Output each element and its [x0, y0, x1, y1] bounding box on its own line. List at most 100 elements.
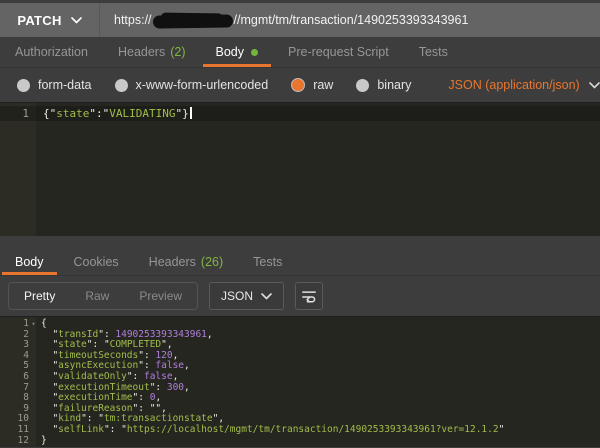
token-n: 1490253393343961 [115, 329, 207, 340]
tab-count-badge: (2) [170, 45, 185, 59]
token-p: ": [127, 371, 144, 382]
response-tab-body[interactable]: Body [0, 248, 59, 275]
code-line: 1 {"state":"VALIDATING"} [0, 106, 600, 121]
response-tab-cookies-label: Cookies [74, 255, 119, 269]
fold-spacer [29, 351, 38, 362]
body-mode-label: form-data [38, 78, 92, 92]
active-tab-underline [2, 272, 57, 275]
token-k: state [56, 107, 89, 120]
token-k: asyncExecution [58, 360, 138, 371]
token-s: tm:transactionstate [104, 413, 213, 424]
token-k: failureReason [58, 403, 132, 414]
postman-window: PATCH https:////mgmt/tm/transaction/1490… [0, 0, 600, 448]
code-line: 11 "selfLink": "https://localhost/mgmt/t… [0, 425, 600, 436]
body-mode-label: binary [377, 78, 411, 92]
body-mode-binary[interactable]: binary [356, 78, 411, 92]
chevron-down-icon [589, 82, 600, 89]
wrap-lines-button[interactable] [295, 282, 323, 310]
content-type-label: JSON (application/json) [448, 78, 579, 92]
token-k: validateOnly [58, 371, 127, 382]
token-p: " [41, 382, 58, 393]
tab-authorization-label: Authorization [15, 45, 88, 59]
tab-count-badge: (26) [201, 255, 223, 269]
url-builder-bar: PATCH https:////mgmt/tm/transaction/1490… [0, 3, 600, 37]
view-preview-button[interactable]: Preview [124, 283, 197, 309]
content-type-dropdown[interactable]: JSON (application/json) [448, 78, 599, 92]
tab-authorization[interactable]: Authorization [0, 37, 103, 67]
response-format-dropdown[interactable]: JSON [209, 282, 284, 310]
token-p: ": [98, 329, 115, 340]
radio-button-icon [17, 79, 30, 92]
token-p: , [207, 329, 213, 340]
url-suffix: //mgmt/tm/transaction/1490253393343961 [234, 13, 469, 27]
body-mode-label: raw [313, 78, 333, 92]
radio-button-icon [291, 78, 305, 92]
method-dropdown[interactable]: PATCH [0, 3, 100, 37]
token-p: " [41, 424, 58, 435]
token-k: executionTimeout [58, 382, 150, 393]
token-p: " [41, 403, 58, 414]
chevron-down-icon [261, 293, 272, 300]
body-mode-x-www-form-urlencoded[interactable]: x-www-form-urlencoded [115, 78, 269, 92]
method-label: PATCH [17, 13, 61, 28]
code-text: } [38, 436, 47, 447]
token-p: } [41, 435, 47, 446]
token-p: ": "", [133, 403, 167, 414]
token-k: selfLink [58, 424, 104, 435]
token-p: " [41, 392, 58, 403]
code-text: {"state":"VALIDATING"} [38, 106, 192, 121]
token-n: 300 [167, 382, 184, 393]
token-p: " [41, 339, 58, 350]
tab-body[interactable]: Body [201, 37, 274, 67]
body-mode-row: form-datax-www-form-urlencodedrawbinary … [0, 68, 600, 102]
request-body-editor[interactable]: 1 {"state":"VALIDATING"} [0, 102, 600, 236]
token-p: " [499, 424, 505, 435]
token-p: , [184, 382, 190, 393]
body-mode-form-data[interactable]: form-data [17, 78, 92, 92]
response-tab-bar: Body Cookies Headers (26) Tests [0, 248, 600, 276]
view-raw-button[interactable]: Raw [70, 283, 124, 309]
fold-spacer [29, 372, 38, 383]
token-p: , [155, 392, 161, 403]
fold-arrow-icon: ▾ [29, 319, 38, 330]
token-p: ": " [104, 424, 127, 435]
response-tab-body-label: Body [15, 255, 44, 269]
line-number: 1 [0, 106, 29, 121]
url-input[interactable]: https:////mgmt/tm/transaction/1490253393… [100, 3, 600, 37]
token-n: 120 [155, 350, 172, 361]
redacted-hostname [152, 14, 232, 28]
response-tab-headers[interactable]: Headers (26) [134, 248, 238, 275]
text-cursor [190, 107, 192, 119]
fold-spacer [29, 330, 38, 341]
token-p: ": [133, 392, 150, 403]
token-s: https://localhost/mgmt/tm/transaction/14… [127, 424, 499, 435]
body-mode-raw[interactable]: raw [291, 78, 333, 92]
response-toolbar: PrettyRawPreview JSON [0, 276, 600, 316]
token-p: ":" [89, 107, 109, 120]
token-p: " [41, 360, 58, 371]
tab-pre-request-script[interactable]: Pre-request Script [273, 37, 404, 67]
response-tab-headers-label: Headers [149, 255, 196, 269]
token-p: ": [138, 350, 155, 361]
fold-spacer [29, 383, 38, 394]
view-mode-segmented-control: PrettyRawPreview [8, 282, 198, 310]
line-number: 1 [0, 319, 29, 330]
token-k: timeoutSeconds [58, 350, 138, 361]
token-p: "} [175, 107, 188, 120]
unsaved-dot-icon [251, 49, 258, 56]
response-tab-tests[interactable]: Tests [238, 248, 297, 275]
tab-tests[interactable]: Tests [404, 37, 463, 67]
tab-headers[interactable]: Headers(2) [103, 37, 201, 67]
line-number: 11 [0, 425, 29, 436]
tab-tests-label: Tests [419, 45, 448, 59]
token-k: kind [58, 413, 81, 424]
radio-button-icon [356, 79, 369, 92]
fold-spacer [29, 436, 38, 447]
response-tab-cookies[interactable]: Cookies [59, 248, 134, 275]
radio-button-icon [115, 79, 128, 92]
fold-spacer [29, 106, 38, 121]
view-pretty-button[interactable]: Pretty [9, 283, 70, 309]
response-body-editor[interactable]: 1▾{2 "transId": 1490253393343961,3 "stat… [0, 316, 600, 447]
token-p: , [173, 350, 179, 361]
response-format-label: JSON [221, 289, 253, 303]
